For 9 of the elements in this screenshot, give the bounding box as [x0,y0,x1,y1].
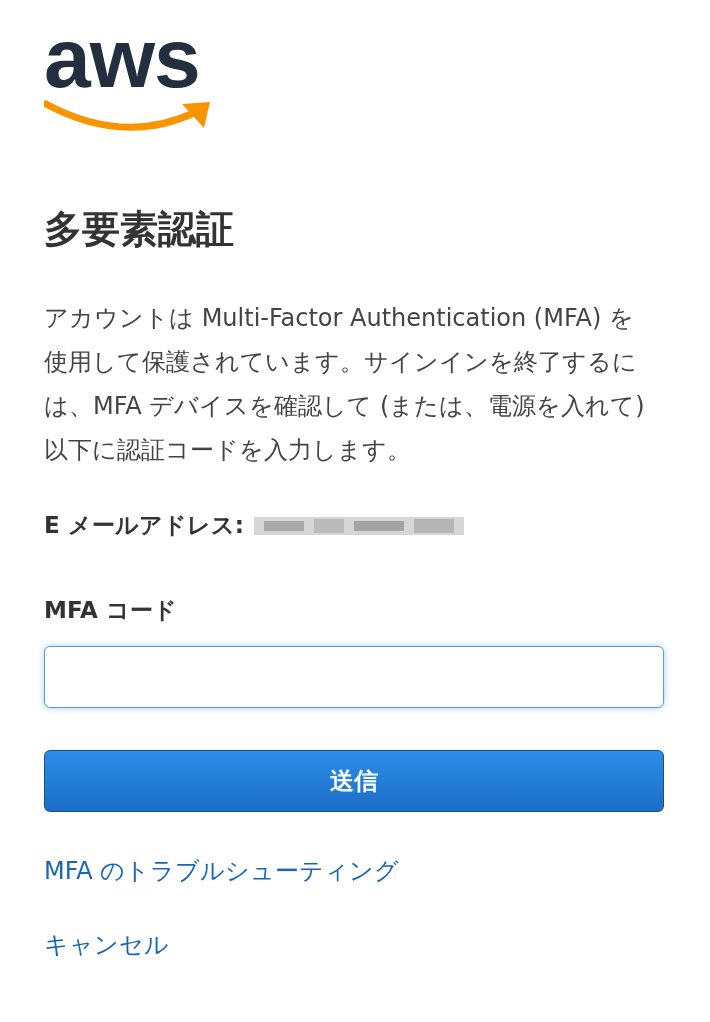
submit-button[interactable]: 送信 [44,750,664,812]
description-text: アカウントは Multi-Factor Authentication (MFA) を使用して保護されています。サインインを終了するには、MFA デバイスを確認して (または、電源を入れて) 以下に認証コードを入力します。 [44,303,646,466]
text-link[interactable]: MFA のトラブルシューティング [44,854,400,888]
text-link[interactable]: キャンセル [44,928,169,962]
aws-logo-text: aws [44,18,200,98]
page-title: 多要素認証 [44,206,234,253]
mfa-code-input[interactable] [44,646,664,708]
mfa-code-label: MFA コード [44,596,177,625]
email-label: E メールアドレス: [44,511,244,540]
